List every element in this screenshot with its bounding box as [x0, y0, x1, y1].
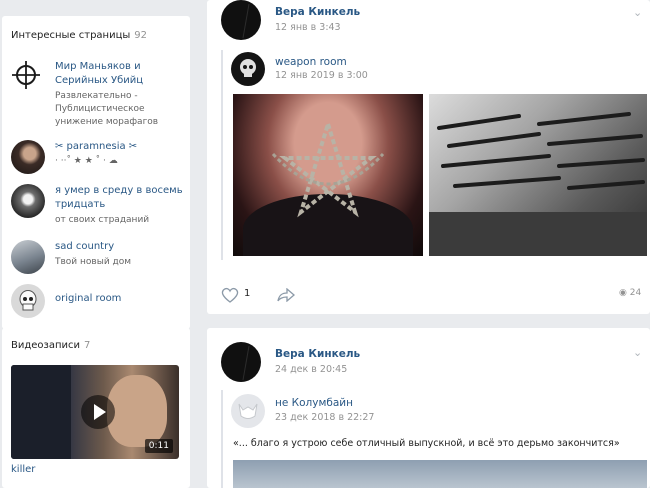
video-frame-figure	[11, 365, 71, 459]
repost-bar	[221, 50, 223, 260]
page-item-paramnesia[interactable]: ✂ paramnesia ✂ · ·‧˚ ★ ★ ˚ · ☁	[11, 140, 189, 176]
repost-author[interactable]: не Колумбайн	[275, 397, 353, 409]
chevron-down-icon[interactable]: ⌄	[633, 346, 642, 359]
views-indicator: ◉ 24	[619, 288, 641, 298]
wall-post-1: Вера Кинкель 12 янв в 3:43 ⌄ weapon room…	[207, 0, 650, 314]
video-title[interactable]: killer	[11, 464, 35, 475]
interesting-pages-count: 92	[134, 30, 148, 41]
chevron-down-icon[interactable]: ⌄	[633, 6, 642, 19]
post-photo-chains[interactable]	[233, 94, 423, 256]
repost-time[interactable]: 23 дек 2018 в 22:27	[275, 412, 374, 423]
page-item-sad-country[interactable]: sad country Твой новый дом	[11, 240, 189, 276]
heart-icon	[221, 287, 239, 303]
repost-author[interactable]: weapon room	[275, 56, 347, 68]
repost-avatar[interactable]	[231, 394, 265, 428]
play-icon[interactable]	[81, 395, 115, 429]
views-count: 24	[629, 288, 642, 298]
page-avatar	[11, 184, 45, 218]
interesting-pages-title: Интересные страницы	[11, 30, 131, 41]
page-item-maniacs[interactable]: Мир Маньяков и Серийных Убийц Развлекате…	[11, 60, 189, 130]
skull-icon	[11, 284, 45, 318]
video-duration: 0:11	[144, 439, 173, 453]
page-item-desc: Твой новый дом	[55, 257, 132, 267]
videos-header[interactable]: Видеозаписи 7	[11, 340, 90, 351]
video-thumbnail[interactable]: 0:11	[11, 365, 179, 459]
page-item-name[interactable]: sad country	[55, 240, 185, 254]
videos-title: Видеозаписи	[11, 340, 81, 351]
crosshair-icon	[11, 60, 45, 94]
author-avatar[interactable]	[221, 0, 261, 40]
repost-avatar[interactable]	[231, 52, 265, 86]
interesting-pages-block: Интересные страницы 92 Мир Маньяков и Сер…	[2, 16, 190, 329]
videos-count: 7	[84, 340, 91, 351]
video-frame-face	[107, 375, 167, 447]
page-item-name[interactable]: ✂ paramnesia ✂	[55, 140, 185, 154]
eye-icon: ◉	[619, 288, 627, 298]
wall-post-2: Вера Кинкель 24 дек в 20:45 ⌄ не Колумба…	[207, 328, 650, 488]
post-author[interactable]: Вера Кинкель	[275, 348, 360, 360]
post-photo-sky[interactable]	[233, 460, 647, 488]
page-item-name[interactable]: я умер в среду в восемь тридцать	[55, 184, 187, 212]
post-time[interactable]: 24 дек в 20:45	[275, 364, 347, 375]
page-item-name[interactable]: Мир Маньяков и Серийных Убийц	[55, 60, 185, 88]
page-item-name[interactable]: original room	[55, 292, 185, 306]
page-item-died-wednesday[interactable]: я умер в среду в восемь тридцать от свои…	[11, 184, 189, 230]
share-icon[interactable]	[277, 287, 295, 306]
videos-block: Видеозаписи 7 0:11 killer	[2, 328, 190, 488]
like-button[interactable]: 1	[221, 285, 261, 305]
repost-time[interactable]: 12 янв 2019 в 3:00	[275, 70, 368, 81]
post-text: «... благо я устрою себе отличный выпуск…	[233, 438, 620, 449]
page-avatar	[11, 140, 45, 174]
post-time[interactable]: 12 янв в 3:43	[275, 22, 341, 33]
like-count: 1	[244, 288, 251, 299]
page-item-desc: Развлекательно - Публицистическое унижен…	[55, 91, 159, 127]
page-avatar	[11, 240, 45, 274]
post-photo-weapons[interactable]	[429, 94, 647, 256]
post-author[interactable]: Вера Кинкель	[275, 6, 360, 18]
author-avatar[interactable]	[221, 342, 261, 382]
page-item-original-room[interactable]: original room	[11, 284, 189, 320]
repost-bar	[221, 390, 223, 488]
page-item-desc: · ·‧˚ ★ ★ ˚ · ☁	[55, 156, 118, 166]
interesting-pages-header[interactable]: Интересные страницы 92	[11, 30, 147, 41]
page-item-desc: от своих страданий	[55, 215, 150, 225]
